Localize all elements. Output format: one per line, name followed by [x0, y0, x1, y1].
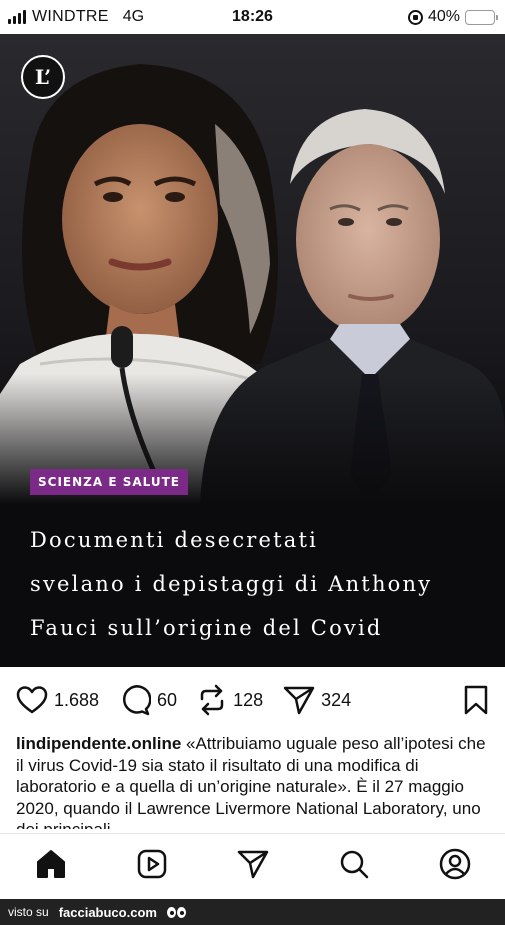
reels-icon — [136, 848, 168, 885]
signal-icon — [8, 10, 26, 24]
send-icon — [237, 849, 269, 884]
bookmark-icon — [463, 685, 489, 715]
status-bar: WINDTRE 4G 18:26 40% — [0, 0, 505, 34]
nav-profile[interactable] — [435, 847, 475, 887]
orientation-lock-icon — [407, 9, 423, 25]
eyes-icon — [166, 906, 186, 918]
watermark-site: facciabuco.com — [58, 904, 157, 920]
post-image[interactable]: L’ SCIENZA E SALUTE Documenti desecretat… — [0, 34, 505, 667]
watermark-bar: visto su facciabuco.com — [0, 899, 505, 925]
nav-home[interactable] — [31, 847, 71, 887]
watermark-prefix: visto su — [8, 905, 49, 919]
comment-count: 60 — [157, 689, 178, 710]
carrier-name: WINDTRE — [32, 8, 109, 25]
headline: Documenti desecretati svelano i depistag… — [30, 518, 490, 650]
caption-username[interactable]: lindipendente.online — [16, 734, 181, 753]
publisher-logo[interactable]: L’ — [21, 55, 65, 99]
home-icon — [35, 848, 67, 885]
repost-button[interactable]: 128 — [197, 684, 263, 716]
status-right: 40% — [407, 8, 498, 26]
nav-search[interactable] — [334, 847, 374, 887]
nav-messages[interactable] — [233, 847, 273, 887]
battery-icon — [465, 9, 498, 25]
repost-icon — [197, 684, 227, 716]
portrait-photo — [0, 64, 505, 504]
like-button[interactable]: 1.688 — [16, 685, 99, 715]
comment-button[interactable]: 60 — [119, 684, 177, 716]
action-bar: 1.688 60 128 324 — [0, 676, 505, 724]
headline-line: Fauci sull’origine del Covid — [30, 616, 383, 640]
share-button[interactable]: 324 — [283, 685, 351, 715]
repost-count: 128 — [233, 689, 264, 710]
heart-icon — [16, 685, 48, 715]
battery-percent: 40% — [427, 8, 460, 25]
status-left: WINDTRE 4G — [8, 8, 144, 26]
bottom-nav — [0, 833, 505, 899]
headline-line: svelano i depistaggi di Anthony — [30, 572, 433, 596]
headline-line: Documenti desecretati — [30, 528, 319, 552]
save-button[interactable] — [463, 685, 489, 715]
profile-icon — [439, 848, 471, 885]
network-type: 4G — [122, 8, 145, 25]
post-caption: lindipendente.online «Attribuiamo uguale… — [16, 733, 486, 829]
send-icon — [283, 685, 315, 715]
like-count: 1.688 — [54, 689, 100, 710]
category-badge: SCIENZA E SALUTE — [30, 469, 188, 495]
nav-reels[interactable] — [132, 847, 172, 887]
comment-icon — [119, 684, 152, 716]
search-icon — [338, 848, 370, 885]
share-count: 324 — [321, 689, 352, 710]
